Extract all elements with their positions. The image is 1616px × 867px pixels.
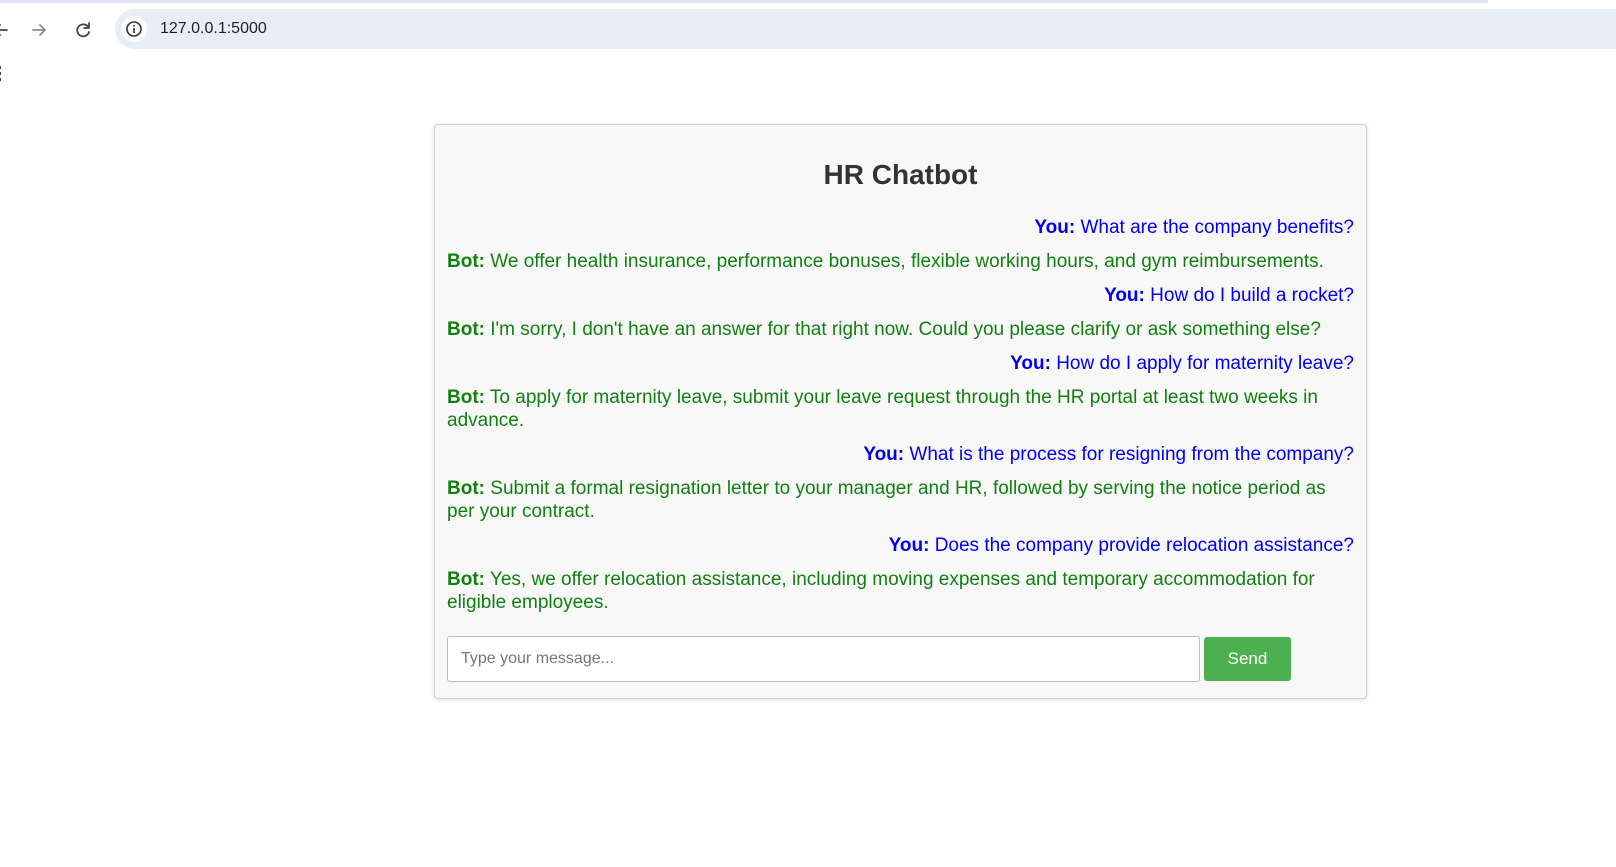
address-bar[interactable]: 127.0.0.1:5000: [115, 9, 1616, 49]
browser-toolbar: 127.0.0.1:5000: [0, 3, 1616, 57]
message-text: How do I apply for maternity leave?: [1056, 353, 1354, 374]
input-row: Send: [447, 636, 1354, 682]
message-text: I'm sorry, I don't have an answer for th…: [490, 319, 1321, 340]
message-input[interactable]: [447, 636, 1200, 682]
bot-message: Bot: Submit a formal resignation letter …: [447, 477, 1354, 523]
site-info-button[interactable]: [121, 16, 147, 42]
sidebar-handle-icon: [0, 66, 2, 84]
message-text: What is the process for resigning from t…: [909, 444, 1354, 465]
sender-label: Bot:: [447, 319, 485, 340]
arrow-left-icon: [0, 24, 8, 36]
chat-title: HR Chatbot: [823, 159, 978, 190]
sender-label: Bot:: [447, 569, 485, 590]
info-icon: [126, 21, 142, 37]
user-message: You: What are the company benefits?: [447, 216, 1354, 239]
message-text: Yes, we offer relocation assistance, inc…: [447, 569, 1315, 613]
bot-message: Bot: Yes, we offer relocation assistance…: [447, 568, 1354, 614]
bot-message: Bot: I'm sorry, I don't have an answer f…: [447, 318, 1354, 341]
message-text: What are the company benefits?: [1080, 217, 1354, 238]
sender-label: You:: [888, 535, 930, 556]
url-text: 127.0.0.1:5000: [160, 20, 267, 37]
user-message: You: How do I build a rocket?: [447, 284, 1354, 307]
sender-label: Bot:: [447, 478, 485, 499]
message-text: We offer health insurance, performance b…: [490, 251, 1324, 272]
message-list: You: What are the company benefits? Bot: …: [447, 216, 1354, 625]
send-button[interactable]: Send: [1204, 637, 1291, 681]
reload-icon: [76, 22, 90, 38]
sender-label: You:: [863, 444, 905, 465]
user-message: You: What is the process for resigning f…: [447, 443, 1354, 466]
sender-label: You:: [1010, 353, 1051, 374]
sender-label: Bot:: [447, 251, 485, 272]
message-text: How do I build a rocket?: [1150, 285, 1354, 306]
bot-message: Bot: To apply for maternity leave, submi…: [447, 386, 1354, 432]
reload-button[interactable]: [68, 15, 98, 45]
arrow-right-icon: [32, 24, 46, 36]
user-message: You: Does the company provide relocation…: [447, 534, 1354, 557]
chat-container: HR Chatbot You: What are the company ben…: [434, 124, 1367, 699]
user-message: You: How do I apply for maternity leave?: [447, 352, 1354, 375]
bot-message: Bot: We offer health insurance, performa…: [447, 250, 1354, 273]
message-text: Submit a formal resignation letter to yo…: [447, 478, 1326, 522]
back-button[interactable]: [0, 15, 16, 45]
forward-button[interactable]: [24, 15, 54, 45]
sender-label: Bot:: [447, 387, 485, 408]
message-text: Does the company provide relocation assi…: [934, 535, 1354, 556]
message-text: To apply for maternity leave, submit you…: [447, 387, 1318, 431]
sender-label: You:: [1104, 285, 1145, 306]
sender-label: You:: [1034, 217, 1076, 238]
